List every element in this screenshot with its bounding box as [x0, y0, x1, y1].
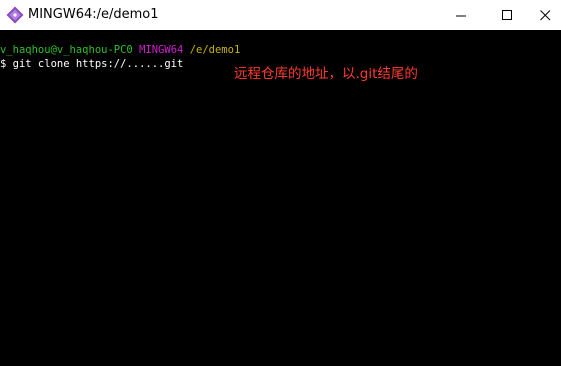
- maximize-icon: [501, 9, 513, 21]
- terminal-output[interactable]: v_haqhou@v_haqhou-PC0 MINGW64 /e/demo1 $…: [0, 30, 561, 366]
- git-bash-icon: [6, 6, 24, 24]
- command-line: $ git clone https://......git: [0, 58, 184, 70]
- prompt-user: v_haqhou@v_haqhou-PC0: [0, 44, 133, 56]
- window-title: MINGW64:/e/demo1: [28, 7, 159, 22]
- close-icon: [540, 9, 551, 21]
- maximize-button[interactable]: [484, 0, 530, 30]
- prompt-host: MINGW64: [139, 44, 184, 56]
- minimize-icon: [455, 10, 467, 21]
- terminal-window: MINGW64:/e/demo1 v_haqhou@v_haqhou-PC0 M…: [0, 0, 561, 366]
- prompt-line: v_haqhou@v_haqhou-PC0 MINGW64 /e/demo1: [0, 43, 240, 57]
- title-bar[interactable]: MINGW64:/e/demo1: [0, 0, 561, 30]
- annotation-text: 远程仓库的地址，以.git结尾的: [234, 66, 418, 82]
- close-button[interactable]: [530, 0, 561, 30]
- minimize-button[interactable]: [438, 0, 484, 30]
- prompt-path: /e/demo1: [189, 44, 241, 56]
